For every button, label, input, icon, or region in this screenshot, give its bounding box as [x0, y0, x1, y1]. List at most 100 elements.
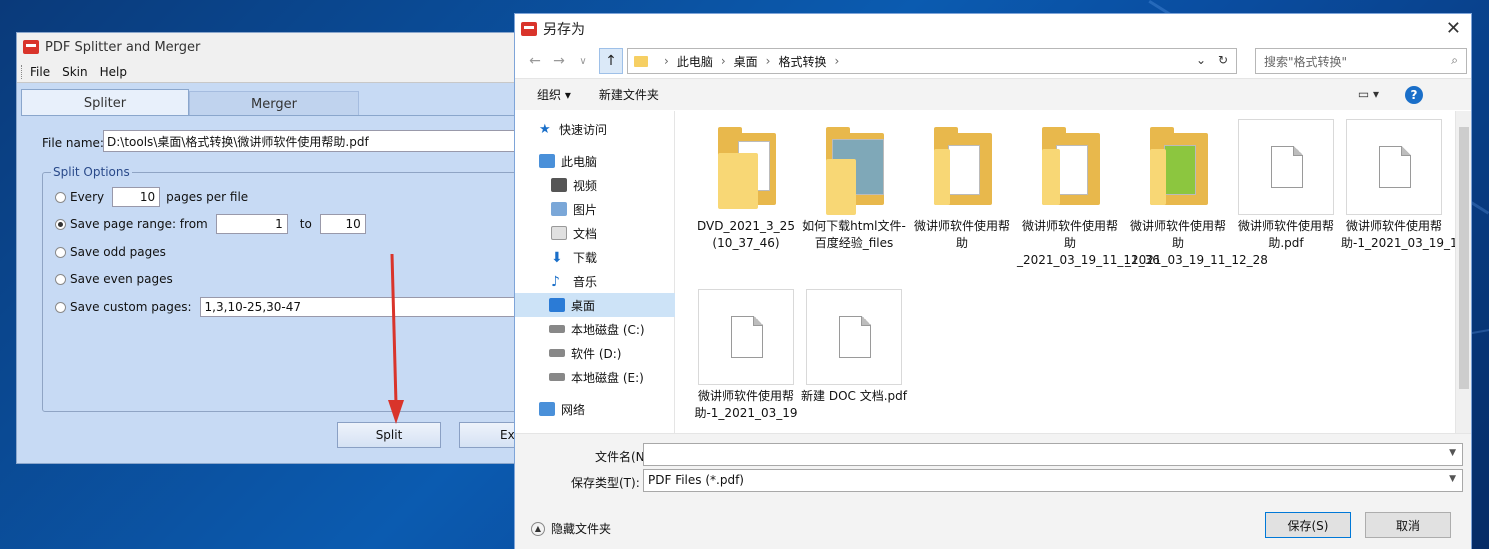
chevron-down-icon[interactable]: ⌄	[1196, 53, 1206, 67]
app-menubar: File Skin Help	[17, 61, 535, 83]
radio-range[interactable]	[55, 218, 66, 230]
address-navbar: ← → ∨ ↑ › 此电脑 › 桌面 › 格式转换 › ⌄ ↻ 搜索"格式转换"…	[515, 44, 1471, 78]
file-name: 新建 DOC 文档.pdf	[801, 389, 907, 403]
every-pages-input[interactable]: 10	[112, 187, 161, 207]
search-icon: ⌕	[1451, 53, 1458, 67]
save-as-dialog: 另存为 ✕ ← → ∨ ↑ › 此电脑 › 桌面 › 格式转换 › ⌄ ↻ 搜索…	[514, 13, 1472, 549]
document-icon	[551, 226, 567, 240]
filetype-label: 保存类型(T):	[571, 476, 640, 490]
nav-music[interactable]: ♪ 音乐	[551, 269, 597, 293]
file-list: DVD_2021_3_25 (10_37_46) 如何下载html文件-百度经验…	[677, 111, 1457, 433]
nav-label: 图片	[573, 202, 598, 217]
radio-custom[interactable]	[55, 301, 66, 313]
chevron-down-icon[interactable]: ▼	[1449, 448, 1456, 458]
breadcrumb-separator: ›	[720, 54, 726, 68]
nav-quick-access[interactable]: ★ 快速访问	[539, 117, 607, 141]
option-custom: Save custom pages: 1,3,10-25,30-47	[55, 297, 530, 317]
menu-skin[interactable]: Skin	[62, 65, 88, 79]
radio-every[interactable]	[55, 191, 66, 203]
recent-chevron-icon[interactable]: ∨	[571, 56, 595, 67]
file-item[interactable]: 新建 DOC 文档.pdf	[801, 289, 907, 405]
dialog-titlebar: 另存为 ✕	[515, 14, 1471, 44]
dialog-title: 另存为	[543, 22, 585, 38]
forward-arrow-icon[interactable]: →	[547, 53, 571, 69]
menu-file[interactable]: File	[30, 65, 50, 79]
folder-icon	[718, 153, 758, 209]
nav-desktop[interactable]: 桌面	[515, 293, 675, 317]
address-bar[interactable]: › 此电脑 › 桌面 › 格式转换 › ⌄ ↻	[627, 48, 1237, 74]
file-item[interactable]: DVD_2021_3_25 (10_37_46)	[693, 119, 799, 252]
nav-pictures[interactable]: 图片	[551, 197, 597, 221]
file-item[interactable]: 微讲师软件使用帮助_2021_03_19_11_12_28	[1125, 119, 1268, 269]
scrollbar-thumb[interactable]	[1459, 127, 1469, 389]
file-item[interactable]: 如何下载html文件-百度经验_files	[801, 119, 907, 252]
range-to-input[interactable]: 10	[319, 214, 366, 234]
file-name: 微讲师软件使用帮助-1_2021_03_19_11_14_39.pdf	[1341, 219, 1457, 250]
close-icon[interactable]: ✕	[1446, 18, 1461, 39]
nav-label: 网络	[561, 402, 586, 417]
search-box[interactable]: 搜索"格式转换" ⌕	[1255, 48, 1467, 74]
app-titlebar: PDF Splitter and Merger	[17, 33, 535, 61]
save-button[interactable]: 保存(S)	[1265, 512, 1351, 538]
drive-icon	[549, 349, 565, 357]
nav-label: 下载	[573, 250, 598, 265]
nav-documents[interactable]: 文档	[551, 221, 597, 245]
folder-icon	[934, 149, 950, 205]
hide-folders-toggle[interactable]: ▲ 隐藏文件夹	[531, 520, 611, 537]
option-even: Save even pages	[55, 272, 173, 286]
folder-icon	[1150, 149, 1166, 205]
video-icon	[551, 178, 567, 192]
filename-input[interactable]: ▼	[643, 443, 1463, 466]
picture-icon	[551, 202, 567, 216]
cancel-button[interactable]: 取消	[1365, 512, 1451, 538]
nav-network[interactable]: 网络	[539, 397, 585, 421]
pdf-file-icon	[1271, 146, 1303, 188]
up-arrow-icon[interactable]: ↑	[599, 48, 623, 74]
organize-button[interactable]: 组织 ▾	[537, 86, 571, 103]
nav-drive-e[interactable]: 本地磁盘 (E:)	[549, 365, 644, 389]
file-name: 微讲师软件使用帮助	[913, 219, 1010, 250]
custom-label: Save custom pages:	[70, 300, 192, 314]
folder-icon	[634, 55, 648, 67]
nav-videos[interactable]: 视频	[551, 173, 597, 197]
network-icon	[539, 402, 555, 416]
menu-help[interactable]: Help	[100, 65, 127, 79]
refresh-icon[interactable]: ↻	[1218, 53, 1228, 67]
option-every: Every 10 pages per file	[55, 187, 248, 207]
pdf-file-icon	[839, 316, 871, 358]
nav-label: 本地磁盘 (E:)	[571, 370, 644, 385]
range-from-input[interactable]: 1	[215, 214, 288, 234]
pdf-logo-icon	[521, 22, 537, 36]
back-arrow-icon[interactable]: ←	[523, 53, 547, 69]
filetype-select[interactable]: PDF Files (*.pdf) ▼	[643, 469, 1463, 492]
nav-drive-c[interactable]: 本地磁盘 (C:)	[549, 317, 645, 341]
breadcrumb-format-convert[interactable]: 格式转换	[778, 53, 826, 70]
tab-merger[interactable]: Merger	[189, 91, 359, 116]
tab-spliter[interactable]: Spliter	[21, 89, 189, 116]
chevron-up-icon: ▲	[531, 521, 545, 536]
view-mode-icon[interactable]: ▭ ▾	[1358, 87, 1379, 101]
custom-pages-input[interactable]: 1,3,10-25,30-47	[199, 297, 530, 317]
vertical-scrollbar[interactable]	[1455, 111, 1471, 433]
hide-folders-label: 隐藏文件夹	[551, 522, 612, 536]
folder-icon	[826, 159, 856, 215]
pdf-splitter-window: PDF Splitter and Merger File Skin Help S…	[16, 32, 543, 464]
file-item[interactable]: 微讲师软件使用帮助_2021_03_19_11_11_36	[1017, 119, 1160, 269]
radio-odd[interactable]	[55, 246, 66, 258]
range-label: Save page range: from	[70, 217, 208, 231]
file-item[interactable]: 微讲师软件使用帮助	[909, 119, 1015, 252]
file-name-input[interactable]: D:\tools\桌面\格式转换\微讲师软件使用帮助.pdf	[103, 130, 543, 152]
file-item[interactable]: 微讲师软件使用帮助-1_2021_03_19	[693, 289, 799, 422]
chevron-down-icon[interactable]: ▼	[1449, 474, 1456, 484]
file-item[interactable]: 微讲师软件使用帮助.pdf	[1233, 119, 1339, 252]
radio-even[interactable]	[55, 273, 66, 285]
breadcrumb-desktop[interactable]: 桌面	[734, 53, 758, 70]
odd-label: Save odd pages	[70, 245, 166, 259]
nav-drive-d[interactable]: 软件 (D:)	[549, 341, 621, 365]
nav-this-pc[interactable]: 此电脑	[539, 149, 597, 173]
breadcrumb-this-pc[interactable]: 此电脑	[677, 53, 713, 70]
new-folder-button[interactable]: 新建文件夹	[599, 86, 659, 103]
help-icon[interactable]: ?	[1405, 86, 1423, 104]
nav-downloads[interactable]: ⬇ 下载	[551, 245, 597, 269]
file-item[interactable]: 微讲师软件使用帮助-1_2021_03_19_11_14_39.pdf	[1341, 119, 1457, 252]
